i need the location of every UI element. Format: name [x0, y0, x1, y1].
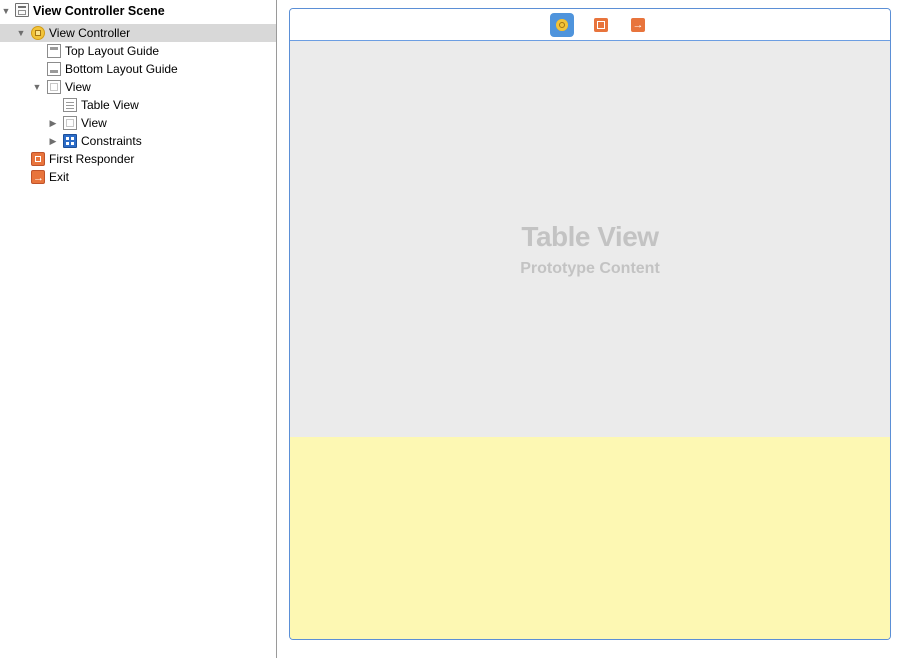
view-controller-label: View Controller — [49, 26, 131, 40]
table-view-icon — [63, 98, 77, 112]
disclosure-closed-icon[interactable]: ▶ — [47, 132, 59, 150]
exit-icon[interactable] — [626, 13, 650, 37]
outline-row-constraints[interactable]: ▶ Constraints — [0, 132, 276, 150]
outline-row-view[interactable]: ▼ View — [0, 78, 276, 96]
top-layout-guide-label: Top Layout Guide — [65, 44, 160, 58]
view-icon — [63, 116, 77, 130]
table-view-label: Table View — [81, 98, 139, 112]
scene-icon — [15, 3, 29, 17]
table-view-subtitle: Prototype Content — [520, 260, 660, 277]
exit-icon — [31, 169, 45, 187]
scene-label: View Controller Scene — [33, 4, 165, 18]
disclosure-open-icon[interactable]: ▼ — [15, 24, 27, 42]
yellow-subview[interactable] — [290, 437, 890, 639]
disclosure-closed-icon[interactable]: ▶ — [47, 114, 59, 132]
scene-dock — [290, 9, 890, 41]
outline-row-top-layout-guide[interactable]: Top Layout Guide — [0, 42, 276, 60]
table-view-title: Table View — [521, 221, 659, 252]
bottom-layout-guide-icon — [47, 62, 61, 76]
view-controller-icon — [31, 26, 45, 40]
document-outline: ▼ View Controller Scene ▼ View Controlle… — [0, 0, 276, 658]
top-layout-guide-icon — [47, 44, 61, 58]
outline-row-view-controller[interactable]: ▼ View Controller — [0, 24, 276, 42]
first-responder-icon[interactable] — [589, 13, 613, 37]
exit-label: Exit — [49, 170, 70, 184]
outline-row-first-responder[interactable]: First Responder — [0, 150, 276, 168]
scene-canvas[interactable]: Table View Prototype Content — [289, 8, 891, 640]
panel-divider[interactable] — [276, 0, 277, 658]
outline-row-bottom-layout-guide[interactable]: Bottom Layout Guide — [0, 60, 276, 78]
view-icon — [47, 80, 61, 94]
outline-row-exit[interactable]: Exit — [0, 168, 276, 187]
first-responder-icon — [31, 152, 45, 166]
disclosure-open-icon[interactable]: ▼ — [0, 2, 12, 20]
bottom-layout-guide-label: Bottom Layout Guide — [65, 62, 178, 76]
constraints-label: Constraints — [81, 134, 142, 148]
first-responder-label: First Responder — [49, 152, 135, 166]
outline-row-sub-view[interactable]: ▶ View — [0, 114, 276, 132]
outline-row-scene[interactable]: ▼ View Controller Scene — [0, 2, 276, 20]
constraints-icon — [63, 134, 77, 148]
table-view[interactable]: Table View Prototype Content — [290, 41, 890, 437]
view-label: View — [65, 80, 91, 94]
view-controller-icon[interactable] — [550, 13, 574, 37]
sub-view-label: View — [81, 116, 107, 130]
outline-row-table-view[interactable]: Table View — [0, 96, 276, 114]
disclosure-open-icon[interactable]: ▼ — [31, 78, 43, 96]
